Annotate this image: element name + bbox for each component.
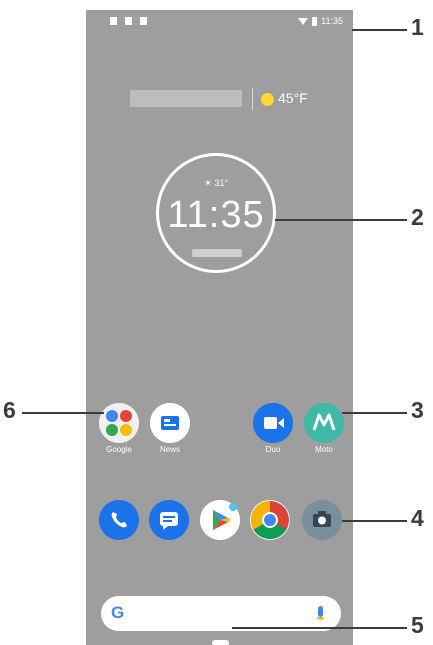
clock-weather: ☀ 31° bbox=[203, 178, 229, 188]
callout-number-5: 5 bbox=[411, 612, 424, 638]
mic-icon[interactable] bbox=[318, 606, 323, 617]
callout-line-1 bbox=[352, 29, 407, 31]
download-icon bbox=[125, 17, 132, 25]
home-gesture-pill[interactable] bbox=[212, 640, 229, 645]
callout-number-6: 6 bbox=[3, 397, 16, 423]
moto-app[interactable] bbox=[304, 403, 344, 443]
google-folder[interactable] bbox=[99, 403, 139, 443]
app-label-moto: Moto bbox=[315, 445, 333, 454]
chrome-icon bbox=[250, 500, 289, 540]
glance-placeholder bbox=[130, 90, 242, 107]
chrome-app[interactable] bbox=[250, 500, 290, 540]
callout-number-2: 2 bbox=[411, 204, 424, 230]
camera-app[interactable] bbox=[302, 500, 342, 540]
callout-line-3 bbox=[342, 412, 407, 414]
home-screen: 11:35 45°F ☀ 31° 11:35 Google News Duo M… bbox=[86, 10, 353, 645]
phone-app[interactable] bbox=[99, 500, 139, 540]
callout-line-4 bbox=[342, 520, 407, 522]
google-g-icon: G bbox=[111, 603, 125, 622]
status-time: 11:35 bbox=[321, 16, 343, 26]
duo-icon bbox=[253, 403, 293, 443]
glance-temperature: 45°F bbox=[278, 90, 308, 106]
news-icon bbox=[150, 403, 190, 443]
callout-number-4: 4 bbox=[411, 505, 424, 531]
notification-icons bbox=[110, 17, 147, 25]
google-search-bar[interactable]: G bbox=[101, 596, 341, 631]
messages-icon bbox=[149, 500, 189, 540]
wifi-icon bbox=[298, 17, 309, 25]
messages-app[interactable] bbox=[149, 500, 189, 540]
callout-line-6 bbox=[22, 412, 104, 414]
moto-icon bbox=[304, 403, 344, 443]
news-app[interactable] bbox=[150, 403, 190, 443]
callout-number-1: 1 bbox=[411, 14, 424, 40]
notification-icon bbox=[110, 17, 117, 25]
phone-icon bbox=[99, 500, 139, 540]
camera-icon bbox=[302, 500, 342, 540]
google-folder-icon bbox=[99, 403, 139, 443]
app-label-news: News bbox=[159, 445, 180, 454]
mic-base bbox=[317, 617, 324, 620]
at-a-glance-widget[interactable]: 45°F bbox=[130, 86, 330, 112]
callout-line-2 bbox=[275, 219, 407, 221]
play-icon bbox=[140, 17, 147, 25]
callout-line-5 bbox=[232, 627, 407, 629]
status-right: 11:35 bbox=[298, 16, 343, 26]
divider bbox=[252, 88, 253, 110]
status-bar: 11:35 bbox=[86, 10, 353, 36]
play-store-icon bbox=[200, 500, 240, 540]
clock-widget[interactable]: ☀ 31° 11:35 bbox=[156, 153, 276, 273]
clock-date-placeholder bbox=[192, 249, 242, 257]
duo-app[interactable] bbox=[253, 403, 293, 443]
play-store-app[interactable] bbox=[200, 500, 240, 540]
battery-icon bbox=[312, 16, 318, 26]
sun-icon bbox=[261, 93, 274, 106]
clock-time: 11:35 bbox=[167, 194, 265, 236]
callout-number-3: 3 bbox=[411, 397, 424, 423]
